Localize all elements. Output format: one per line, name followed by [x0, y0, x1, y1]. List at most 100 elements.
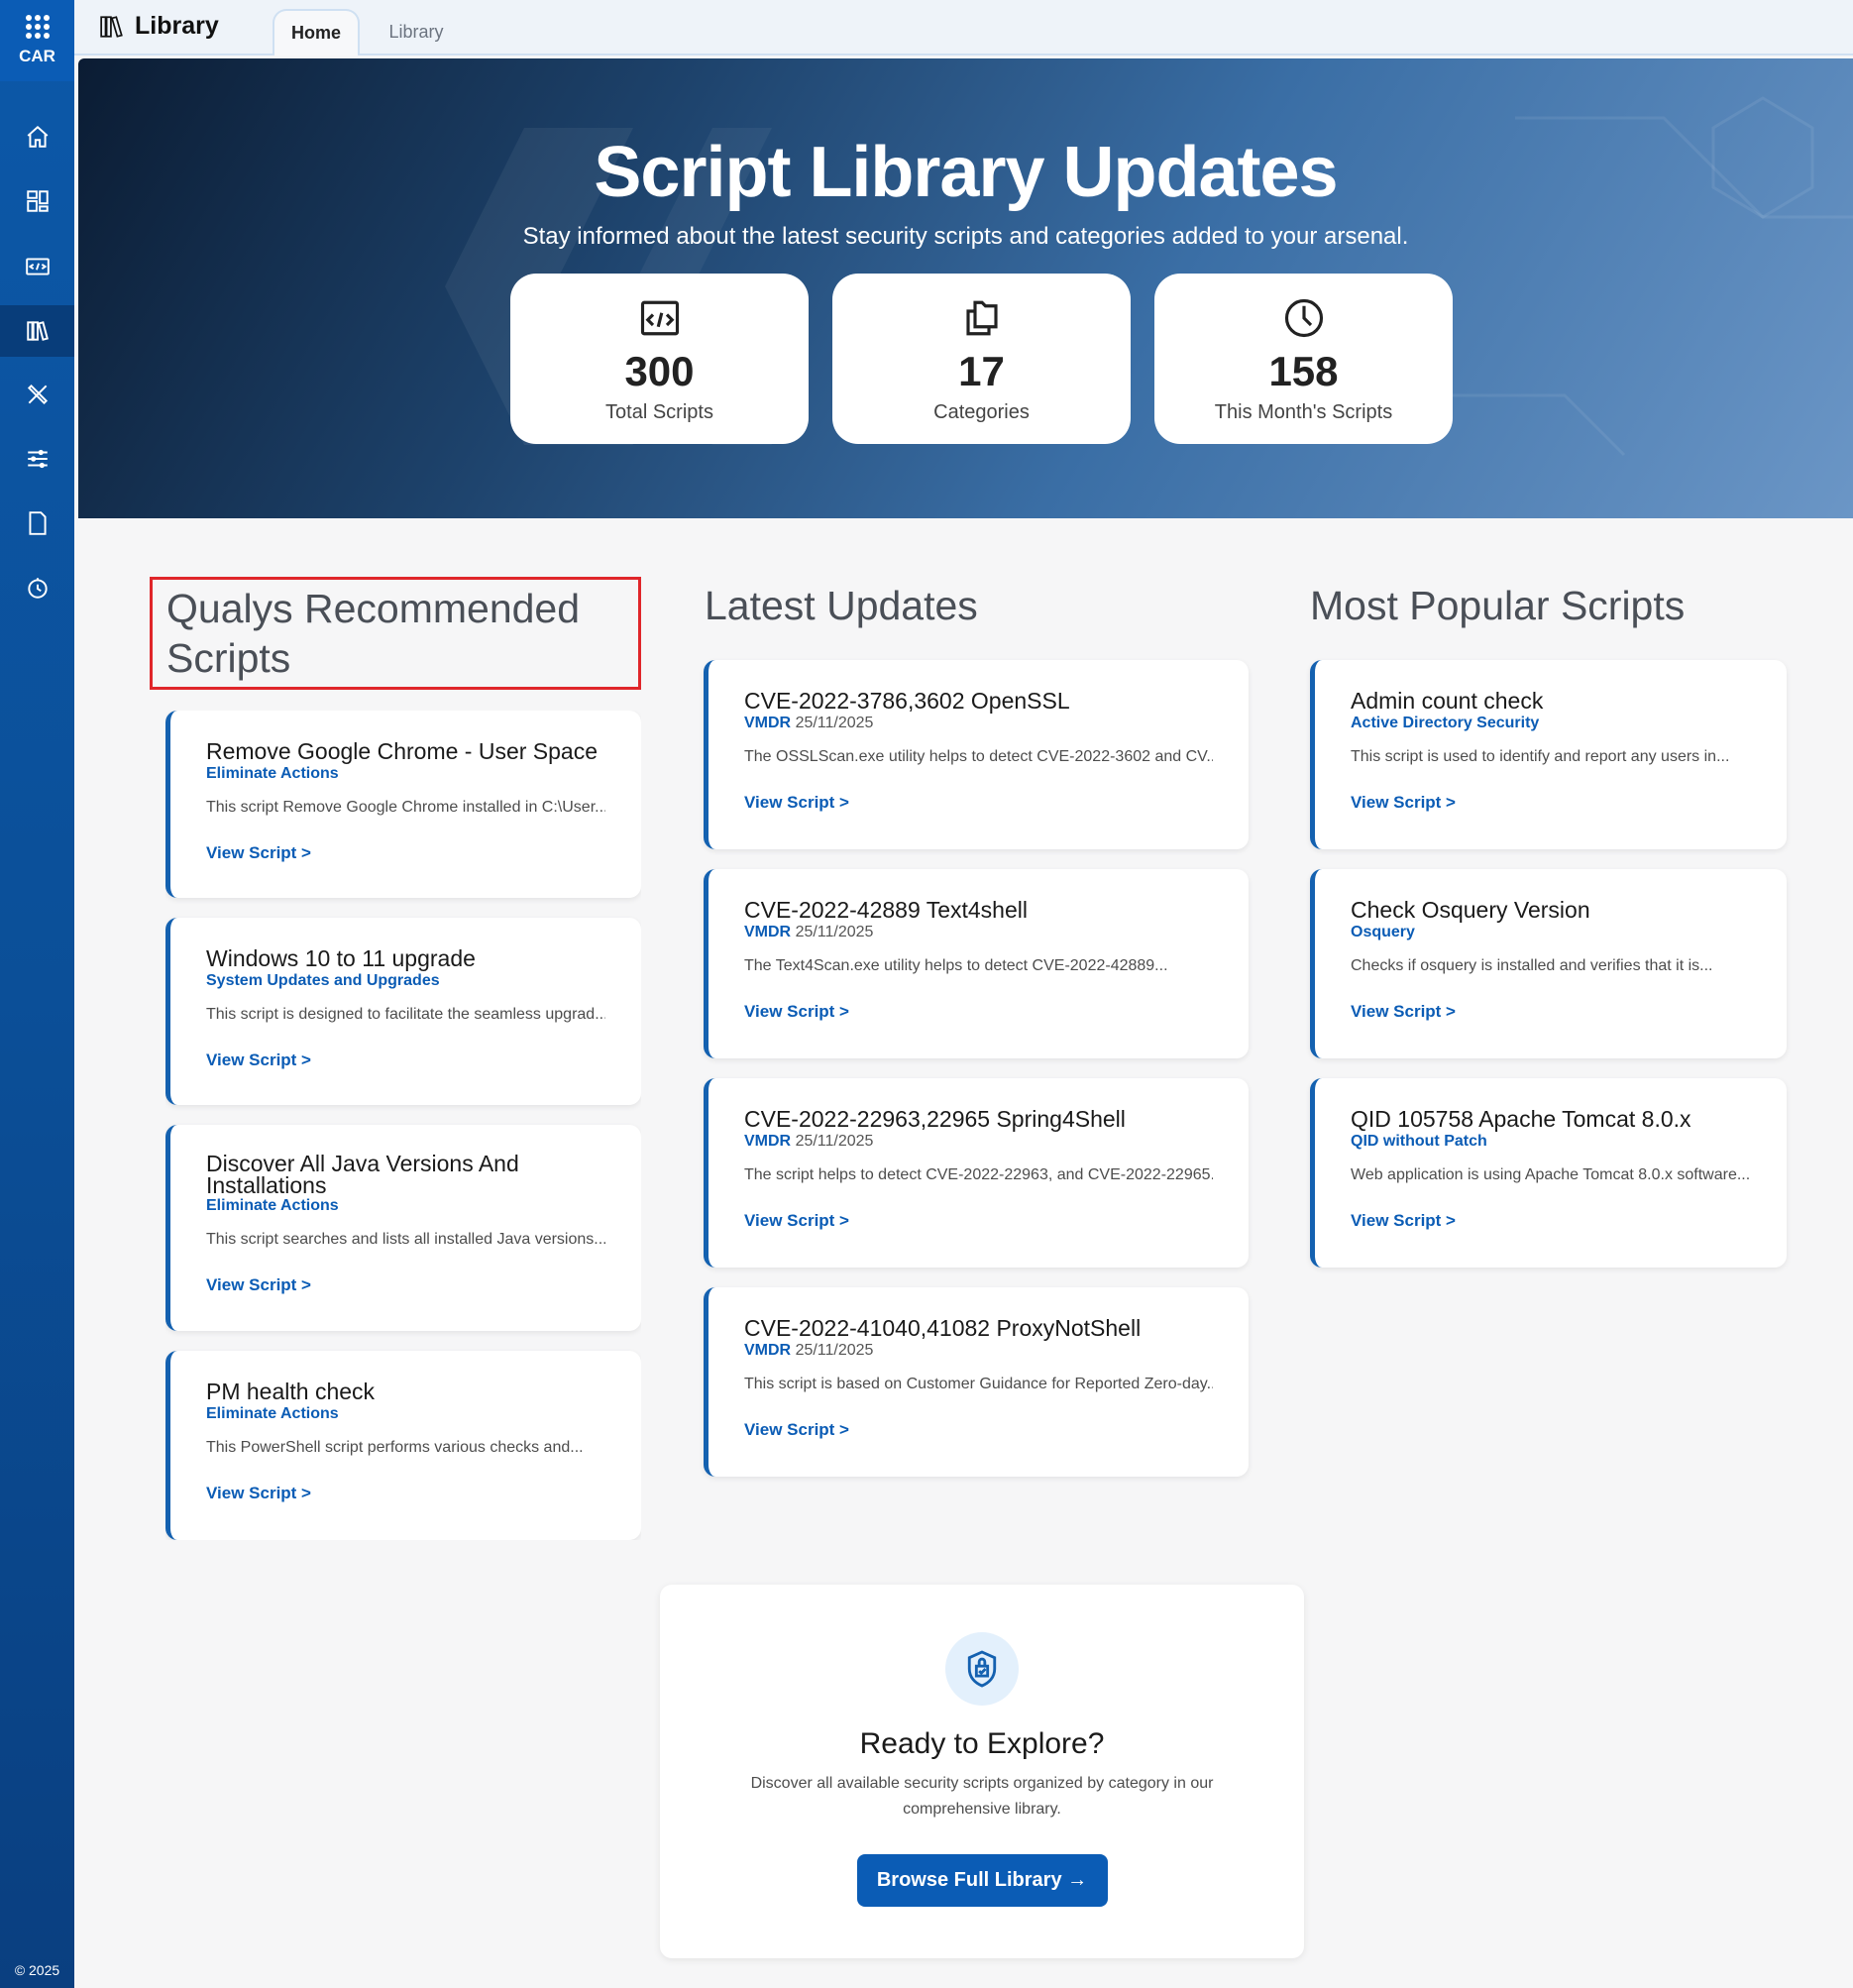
script-card: CVE-2022-3786,3602 OpenSSL VMDR 25/11/202…	[704, 660, 1249, 849]
explore-panel: Ready to Explore? Discover all available…	[660, 1585, 1304, 1958]
script-description: Checks if osquery is installed and verif…	[1351, 957, 1713, 974]
script-title: Check Osquery Version	[1351, 897, 1590, 923]
script-card: PM health check Eliminate Actions This Pow…	[165, 1351, 641, 1540]
script-description: The Text4Scan.exe utility helps to detec…	[744, 957, 1168, 974]
script-date: 25/11/2025	[795, 1342, 874, 1359]
dashboard-icon	[26, 190, 49, 212]
stat-value: 300	[624, 348, 695, 394]
script-description: This script is used to identify and repo…	[1351, 748, 1730, 765]
sidebar-item-library[interactable]	[0, 305, 74, 357]
script-title: CVE-2022-41040,41082 ProxyNotShell	[744, 1315, 1142, 1341]
stat-value: 17	[958, 348, 1005, 394]
script-title: CVE-2022-3786,3602 OpenSSL	[744, 688, 1070, 714]
stat-label: Categories	[933, 401, 1030, 423]
tools-icon	[27, 384, 48, 405]
popular-list: Admin count check Active Directory Securi…	[1310, 660, 1787, 1268]
hero-subtitle: Stay informed about the latest security …	[522, 223, 1409, 250]
browse-full-library-button[interactable]: Browse Full Library →	[856, 1854, 1108, 1907]
history-icon	[27, 578, 48, 599]
sidebar-item-history[interactable]	[0, 562, 74, 613]
script-title: Remove Google Chrome - User Space	[206, 738, 598, 764]
view-script-link[interactable]: View Script >	[206, 1275, 311, 1295]
view-script-link[interactable]: View Script >	[206, 1050, 311, 1070]
code-window-icon	[640, 300, 679, 336]
view-script-link[interactable]: View Script >	[1351, 793, 1456, 813]
script-category: VMDR	[744, 1342, 792, 1359]
script-card: CVE-2022-41040,41082 ProxyNotShell VMDR 2…	[704, 1287, 1249, 1477]
script-title: Admin count check	[1351, 688, 1544, 714]
script-card: Windows 10 to 11 upgrade System Updates a…	[165, 917, 641, 1105]
script-description: The script helps to detect CVE-2022-2296…	[744, 1166, 1213, 1183]
sidebar-item-tools[interactable]	[0, 369, 74, 420]
view-script-link[interactable]: View Script >	[744, 1002, 849, 1022]
copyright: © 2025	[14, 1962, 60, 1978]
script-card: Admin count check Active Directory Securi…	[1310, 660, 1787, 849]
script-title: CVE-2022-22963,22965 Spring4Shell	[744, 1106, 1126, 1132]
stat-value: 158	[1268, 348, 1339, 394]
script-title: Windows 10 to 11 upgrade	[206, 944, 476, 971]
top-bar: Library Home Library	[74, 0, 1853, 55]
view-script-link[interactable]: View Script >	[744, 793, 849, 813]
sliders-icon	[27, 449, 48, 469]
library-icon	[100, 15, 123, 38]
view-script-link[interactable]: View Script >	[1351, 1002, 1456, 1022]
sidebar-item-home[interactable]	[0, 111, 74, 163]
view-script-link[interactable]: View Script >	[206, 843, 311, 863]
brand-label: CAR	[19, 47, 55, 65]
script-description: This script is designed to facilitate th…	[206, 1005, 605, 1023]
app-title: Library	[99, 12, 219, 41]
home-icon	[27, 125, 48, 148]
script-description: This script searches and lists all insta…	[206, 1230, 605, 1248]
cta-description: Discover all available security scripts …	[750, 1775, 1214, 1818]
tab-home[interactable]: Home	[272, 9, 360, 55]
script-category: Eliminate Actions	[206, 1196, 339, 1214]
script-description: Web application is using Apache Tomcat 8…	[1351, 1166, 1751, 1183]
script-description: This PowerShell script performs various …	[206, 1439, 584, 1456]
latest-list: CVE-2022-3786,3602 OpenSSL VMDR 25/11/202…	[704, 660, 1249, 1477]
script-title: Discover All Java Versions And Installat…	[206, 1150, 519, 1198]
script-category: Eliminate Actions	[206, 765, 339, 782]
grid-icon	[25, 15, 50, 39]
recommended-list: Remove Google Chrome - User Space Elimina…	[165, 711, 641, 1540]
popular-heading: Most Popular Scripts	[1310, 583, 1686, 628]
script-card: Remove Google Chrome - User Space Elimina…	[165, 711, 641, 898]
sidebar-item-dashboard[interactable]	[0, 175, 74, 227]
view-script-link[interactable]: View Script >	[206, 1484, 311, 1503]
cta-title: Ready to Explore?	[859, 1727, 1105, 1760]
script-description: This script is based on Customer Guidanc…	[744, 1376, 1213, 1392]
script-title: QID 105758 Apache Tomcat 8.0.x	[1351, 1106, 1691, 1132]
view-script-link[interactable]: View Script >	[744, 1420, 849, 1440]
script-card: QID 105758 Apache Tomcat 8.0.x QID withou…	[1310, 1078, 1787, 1268]
script-date: 25/11/2025	[795, 715, 874, 731]
script-card: Discover All Java Versions And Installat…	[165, 1124, 641, 1331]
view-script-link[interactable]: View Script >	[1351, 1211, 1456, 1231]
code-icon	[25, 258, 50, 276]
script-category: System Updates and Upgrades	[206, 971, 440, 989]
folders-icon	[965, 300, 998, 336]
script-category: QID without Patch	[1351, 1133, 1487, 1150]
stat-label: Total Scripts	[605, 401, 713, 423]
script-description: The OSSLScan.exe utility helps to detect…	[744, 748, 1213, 765]
script-card: CVE-2022-22963,22965 Spring4Shell VMDR 25…	[704, 1078, 1249, 1268]
library-icon	[26, 321, 49, 341]
app-launcher-button[interactable]: CAR	[0, 0, 74, 81]
script-title: PM health check	[206, 1379, 376, 1404]
shield-lock-icon	[945, 1632, 1019, 1706]
tab-library[interactable]: Library	[362, 9, 471, 55]
hero-banner: Script Library Updates Stay informed abo…	[78, 58, 1853, 518]
script-description: This script Remove Google Chrome install…	[206, 799, 605, 816]
document-icon	[28, 511, 47, 535]
script-category: Osquery	[1351, 924, 1415, 940]
script-title: CVE-2022-42889 Text4shell	[744, 897, 1028, 923]
script-category: Active Directory Security	[1351, 715, 1540, 731]
app-title-text: Library	[135, 12, 219, 40]
view-script-link[interactable]: View Script >	[744, 1211, 849, 1231]
script-date: 25/11/2025	[795, 1133, 874, 1150]
script-category: Eliminate Actions	[206, 1405, 339, 1422]
sidebar-item-settings[interactable]	[0, 433, 74, 485]
sidebar-item-documents[interactable]	[0, 497, 74, 549]
script-date: 25/11/2025	[795, 924, 874, 940]
sidebar: CAR © 2025	[0, 0, 74, 1988]
stat-total-scripts: 300 Total Scripts	[510, 274, 809, 444]
sidebar-item-scripts[interactable]	[0, 241, 74, 292]
